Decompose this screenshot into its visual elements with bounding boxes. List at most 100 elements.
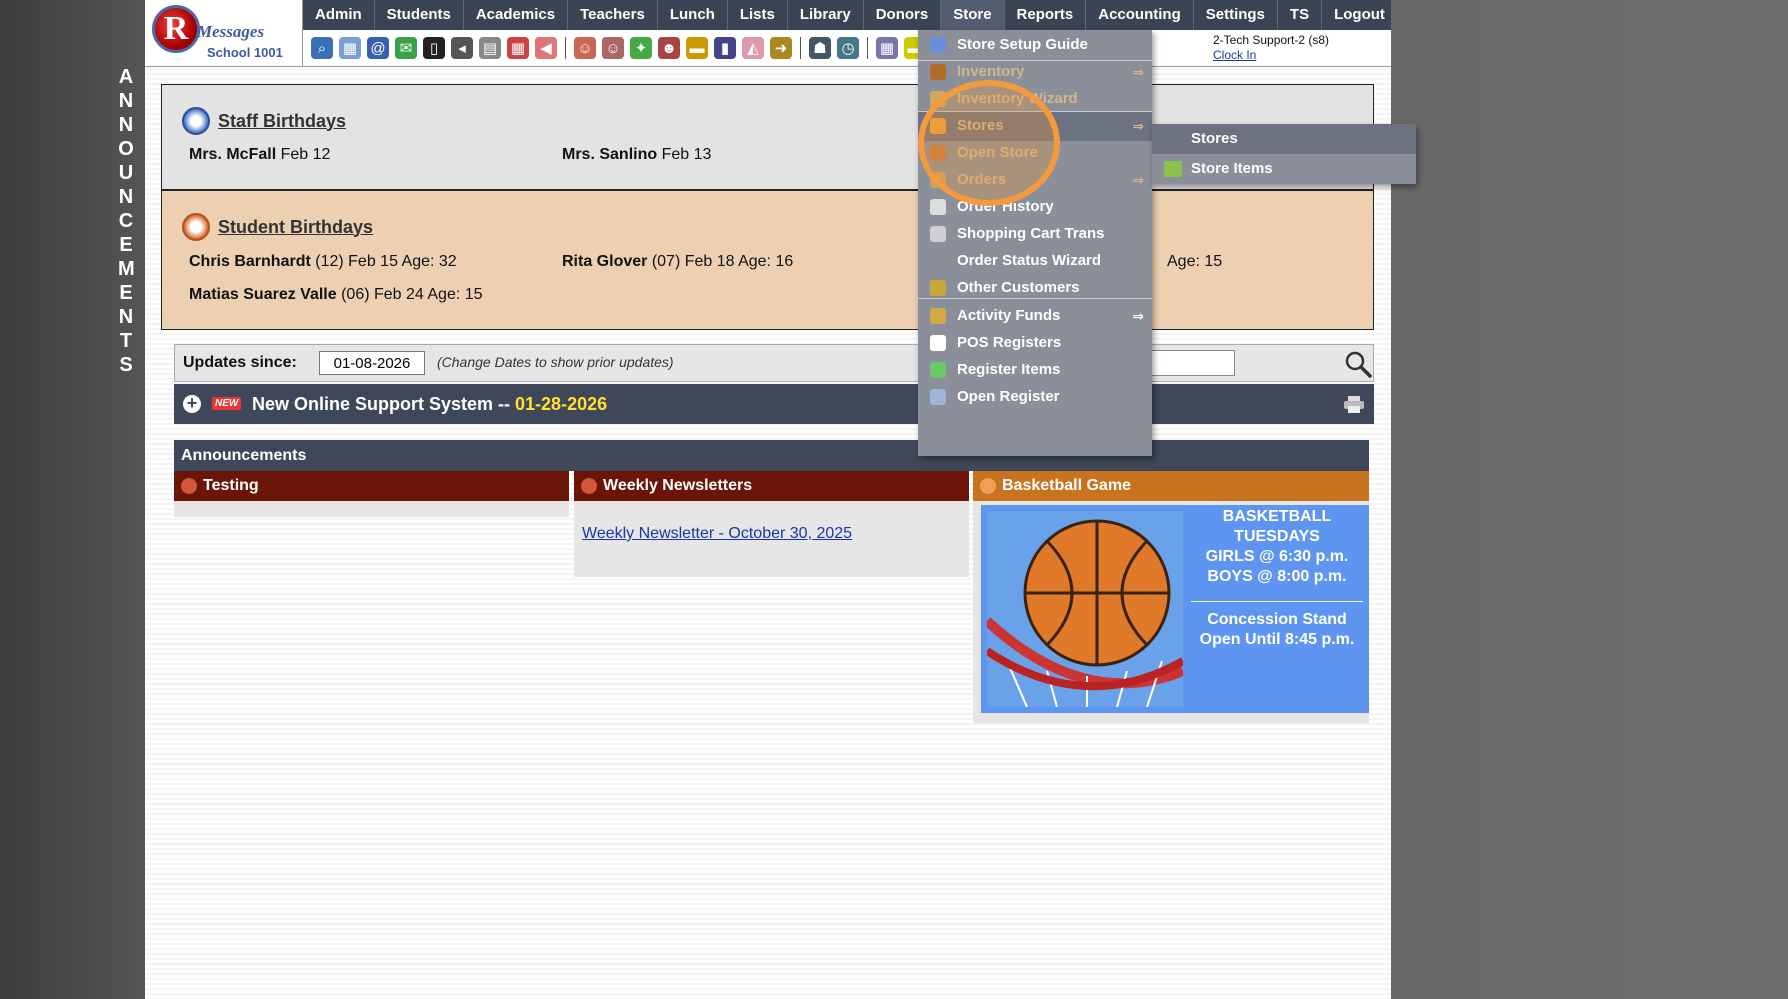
table-icon[interactable]: ▦ xyxy=(876,37,898,59)
store-menu-order-status-wizard[interactable]: Order Status Wizard xyxy=(918,246,1152,276)
print-icon[interactable] xyxy=(1344,396,1364,413)
announcement-title[interactable]: Testing xyxy=(174,471,569,501)
search-icon[interactable] xyxy=(1343,349,1373,379)
nav-logout[interactable]: Logout xyxy=(1322,0,1398,30)
store-items-icon xyxy=(1164,161,1182,177)
info-icon xyxy=(930,37,946,53)
nav-library[interactable]: Library xyxy=(788,0,864,30)
announcement-title[interactable]: Basketball Game xyxy=(973,471,1369,501)
phone-icon[interactable]: ▯ xyxy=(423,37,445,59)
store-menu-order-history[interactable]: Order History xyxy=(918,192,1152,222)
stores-submenu: Stores Store Items xyxy=(1152,124,1416,184)
store-menu-open-register[interactable]: Open Register xyxy=(918,382,1152,412)
clock-icon[interactable]: ◷ xyxy=(837,37,859,59)
nav-reports[interactable]: Reports xyxy=(1005,0,1087,30)
student-birthday-entry-partial: Age: 15 xyxy=(1167,253,1223,270)
toolbar-separator xyxy=(867,37,868,59)
user-icon[interactable]: ☺ xyxy=(602,37,624,59)
staff-icon[interactable]: ☗ xyxy=(809,37,831,59)
store-menu-store-setup-guide[interactable]: Store Setup Guide xyxy=(918,30,1152,60)
store-menu-open-store[interactable]: Open Store xyxy=(918,138,1152,168)
user-add-icon[interactable]: ☺ xyxy=(574,37,596,59)
store-menu-register-items[interactable]: Register Items xyxy=(918,355,1152,385)
menu-item-label: Inventory Wizard xyxy=(957,90,1078,107)
menu-separator xyxy=(918,298,1152,299)
nav-academics[interactable]: Academics xyxy=(464,0,569,30)
calendar-grid-icon[interactable]: ▦ xyxy=(339,37,361,59)
menu-item-label: Activity Funds xyxy=(957,307,1061,324)
announcement-title[interactable]: Weekly Newsletters xyxy=(574,471,969,501)
vertical-letter: M xyxy=(118,258,135,280)
nav-teachers[interactable]: Teachers xyxy=(568,0,658,30)
nav-settings[interactable]: Settings xyxy=(1194,0,1278,30)
clock-in-link[interactable]: Clock In xyxy=(1213,48,1329,62)
submenu-item-label: Stores xyxy=(1191,130,1238,147)
submenu-arrow-icon: ⇒ xyxy=(1132,308,1144,324)
chat-icon[interactable]: ✉ xyxy=(395,37,417,59)
staff-birthdays-title[interactable]: Staff Birthdays xyxy=(182,107,346,135)
menu-item-label: Store Setup Guide xyxy=(957,36,1088,53)
store-menu-stores[interactable]: Stores ⇒ xyxy=(918,111,1152,141)
nav-accounting[interactable]: Accounting xyxy=(1086,0,1194,30)
menu-item-label: Shopping Cart Trans xyxy=(957,225,1105,242)
nav-lunch[interactable]: Lunch xyxy=(658,0,728,30)
newsletter-link[interactable]: Weekly Newsletter - October 30, 2025 xyxy=(582,525,852,543)
toolbar-separator xyxy=(800,37,801,59)
updates-date-input[interactable] xyxy=(319,351,425,375)
menu-item-label: Register Items xyxy=(957,361,1061,378)
user-name: 2-Tech Support-2 (s8) xyxy=(1213,33,1330,47)
basketball-flyer: BASKETBALL TUESDAYS GIRLS @ 6:30 p.m. BO… xyxy=(981,505,1369,713)
history-icon xyxy=(930,199,946,215)
staff-birthday-entry: Mrs. McFall Feb 12 xyxy=(189,146,331,163)
submenu-item-label: Store Items xyxy=(1191,160,1273,177)
store-menu-inventory-wizard[interactable]: Inventory Wizard xyxy=(918,84,1152,114)
new-badge: NEW xyxy=(212,397,242,410)
search-icon[interactable]: ⌕ xyxy=(311,37,333,59)
submenu-arrow-icon: ⇒ xyxy=(1132,172,1144,188)
vertical-letter: N xyxy=(118,90,134,112)
updates-bar: Updates since: (Change Dates to show pri… xyxy=(174,344,1374,382)
store-menu-shopping-cart-trans[interactable]: Shopping Cart Trans xyxy=(918,219,1152,249)
submenu-stores[interactable]: Stores xyxy=(1152,124,1416,154)
email-icon[interactable]: @ xyxy=(367,37,389,59)
store-menu-orders[interactable]: Orders ⇒ xyxy=(918,165,1152,195)
student-birthday-entry: Rita Glover (07) Feb 18 Age: 16 xyxy=(562,253,794,270)
store-menu-activity-funds[interactable]: Activity Funds ⇒ xyxy=(918,301,1152,331)
user-info: 2-Tech Support-2 (s8) Clock In xyxy=(1213,33,1329,62)
top-nav: Admin Students Academics Teachers Lunch Lists… xyxy=(303,0,1398,30)
customer-icon xyxy=(930,280,946,296)
nav-ts[interactable]: TS xyxy=(1278,0,1323,30)
submenu-arrow-icon: ⇒ xyxy=(1132,64,1144,80)
nav-students[interactable]: Students xyxy=(375,0,464,30)
group-icon[interactable]: ☻ xyxy=(658,37,680,59)
news-headline[interactable]: New Online Support System -- 01-28-2026 xyxy=(252,394,607,415)
news-bar: + NEW New Online Support System -- 01-28… xyxy=(174,384,1374,424)
menu-item-label: Inventory xyxy=(957,63,1025,80)
cart-icon xyxy=(930,226,946,242)
nav-donors[interactable]: Donors xyxy=(864,0,942,30)
vertical-letter: A xyxy=(118,66,134,88)
ticket-icon[interactable]: ✦ xyxy=(630,37,652,59)
report-icon[interactable]: ▤ xyxy=(479,37,501,59)
vertical-letter: E xyxy=(119,234,133,256)
book-icon[interactable]: ▮ xyxy=(714,37,736,59)
expand-icon[interactable]: + xyxy=(183,394,201,413)
toolbar-separator xyxy=(565,37,566,59)
basketball-flyer-text: BASKETBALL TUESDAYS GIRLS @ 6:30 p.m. BO… xyxy=(1183,507,1371,650)
store-menu-inventory[interactable]: Inventory ⇒ xyxy=(918,57,1152,87)
nav-store[interactable]: Store xyxy=(941,0,1005,30)
bell-icon[interactable]: ◭ xyxy=(742,37,764,59)
menu-separator xyxy=(918,111,1152,112)
student-birthdays-title[interactable]: Student Birthdays xyxy=(182,213,373,241)
export-icon[interactable]: ➜ xyxy=(770,37,792,59)
lunch-icon[interactable]: ▬ xyxy=(686,37,708,59)
vertical-letter: N xyxy=(118,306,134,328)
speaker-icon[interactable]: ◂ xyxy=(451,37,473,59)
store-menu-pos-registers[interactable]: POS Registers xyxy=(918,328,1152,358)
megaphone-icon[interactable]: ◀ xyxy=(535,37,557,59)
calendar-icon[interactable]: ▦ xyxy=(507,37,529,59)
school-logo[interactable]: R Messages School 1001 xyxy=(145,0,303,67)
nav-lists[interactable]: Lists xyxy=(728,0,788,30)
submenu-store-items[interactable]: Store Items xyxy=(1152,154,1416,184)
nav-admin[interactable]: Admin xyxy=(303,0,375,30)
